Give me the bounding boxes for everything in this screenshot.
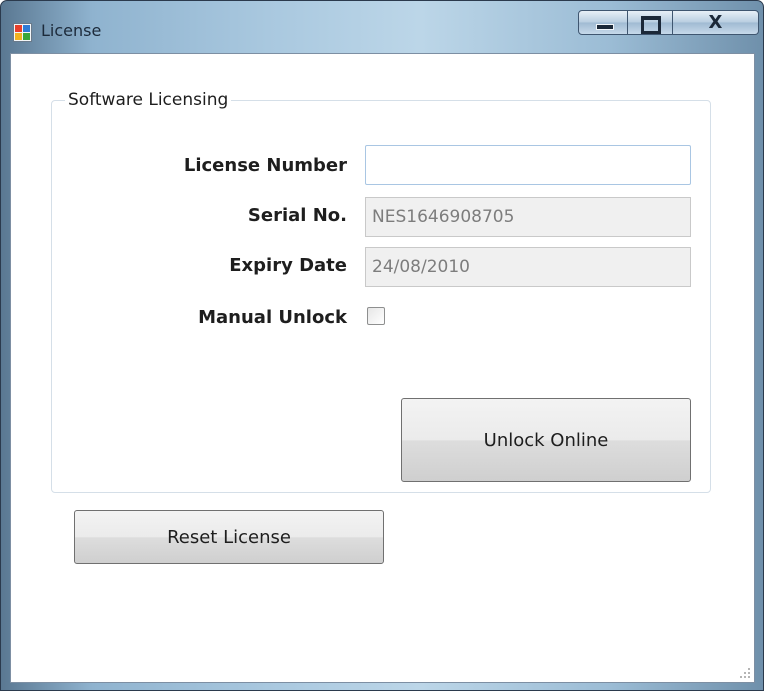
client-area: Software Licensing License Number Serial… <box>10 53 755 683</box>
app-icon <box>13 23 32 42</box>
license-number-input[interactable] <box>365 145 691 185</box>
license-window: License X Software Licensing License Num… <box>0 0 764 691</box>
expiry-date-label: Expiry Date <box>229 255 347 276</box>
serial-no-label: Serial No. <box>247 205 347 226</box>
maximize-button[interactable] <box>628 10 673 35</box>
license-number-label: License Number <box>183 155 347 176</box>
serial-no-field: NES1646908705 <box>365 197 691 237</box>
close-button[interactable]: X <box>673 10 759 35</box>
expiry-date-field: 24/08/2010 <box>365 247 691 287</box>
maximize-icon <box>641 16 661 34</box>
minimize-icon <box>596 24 614 30</box>
resize-grip-icon[interactable] <box>739 667 751 679</box>
manual-unlock-label: Manual Unlock <box>198 307 347 328</box>
close-icon: X <box>708 12 723 33</box>
title-bar[interactable]: License X <box>1 1 763 53</box>
manual-unlock-checkbox[interactable] <box>367 307 385 325</box>
minimize-button[interactable] <box>578 10 628 35</box>
window-title: License <box>41 21 102 40</box>
caption-buttons: X <box>578 10 761 37</box>
reset-license-button[interactable]: Reset License <box>74 510 384 564</box>
group-legend: Software Licensing <box>65 90 232 110</box>
unlock-online-button[interactable]: Unlock Online <box>401 398 691 482</box>
